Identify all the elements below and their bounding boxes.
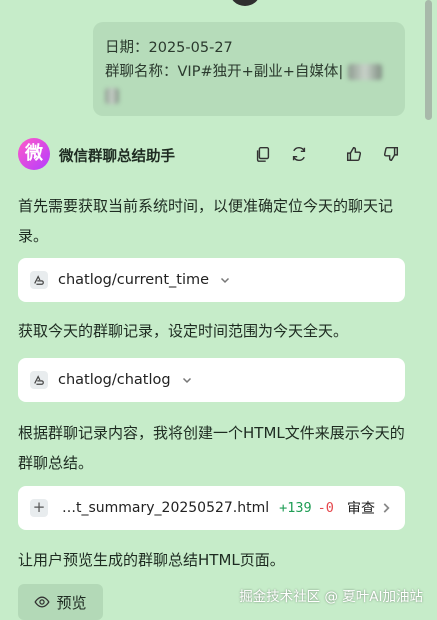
- assistant-header: 微 微信群聊总结助手: [18, 138, 418, 170]
- scrollbar[interactable]: [425, 0, 432, 120]
- chevron-right-icon: [383, 503, 390, 513]
- group-name-text: 群聊名称：VIP#独开+副业+自媒体|: [105, 64, 344, 80]
- assistant-text-2: 获取今天的群聊记录，设定时间范围为今天全天。: [18, 322, 349, 340]
- tool-call-label: chatlog/current_time: [58, 272, 210, 288]
- chevron-down-icon[interactable]: [219, 274, 231, 286]
- thumbs-up-icon[interactable]: [342, 142, 366, 166]
- message-group-line: 群聊名称：VIP#独开+副业+自媒体|: [105, 60, 393, 84]
- preview-label: 预览: [56, 593, 87, 612]
- review-button[interactable]: 审查: [347, 498, 393, 518]
- refresh-icon[interactable]: [287, 142, 311, 166]
- tool-call-label: chatlog/chatlog: [58, 372, 171, 388]
- assistant-text-1: 首先需要获取当前系统时间，以便准确定位今天的聊天记录。: [18, 197, 394, 245]
- assistant-name: 微信群聊总结助手: [59, 149, 175, 165]
- additions-count: +139: [279, 500, 312, 516]
- assistant-text-3: 根据群聊记录内容，我将创建一个HTML文件来展示今天的群聊总结。: [18, 424, 405, 472]
- avatar: [229, 0, 261, 6]
- deletions-count: -0: [317, 500, 334, 516]
- assistant-logo: 微: [18, 138, 50, 170]
- tool-call-current-time[interactable]: chatlog/current_time: [18, 258, 405, 302]
- thumbs-down-icon[interactable]: [379, 142, 403, 166]
- assistant-text-4: 让用户预览生成的群聊总结HTML页面。: [18, 551, 285, 569]
- redacted-text: [347, 64, 382, 80]
- tool-call-chatlog[interactable]: chatlog/chatlog: [18, 358, 405, 402]
- file-name: …t_summary_20250527.html: [62, 500, 270, 516]
- eye-icon: [34, 596, 51, 608]
- review-label: 审查: [347, 501, 375, 517]
- chevron-down-icon[interactable]: [181, 374, 193, 386]
- plus-icon[interactable]: +: [30, 499, 48, 517]
- tool-icon: [30, 271, 48, 289]
- watermark: 掘金技术社区 @ 夏叶AI加油站: [239, 589, 423, 605]
- redacted-text: [105, 88, 119, 104]
- message-date-line: 日期：2025-05-27: [105, 40, 233, 56]
- tool-icon: [30, 371, 48, 389]
- copy-icon[interactable]: [251, 142, 275, 166]
- user-message-bubble: 日期：2025-05-27 群聊名称：VIP#独开+副业+自媒体|: [93, 22, 405, 116]
- file-change-card[interactable]: + …t_summary_20250527.html +139 -0 审查: [18, 486, 405, 530]
